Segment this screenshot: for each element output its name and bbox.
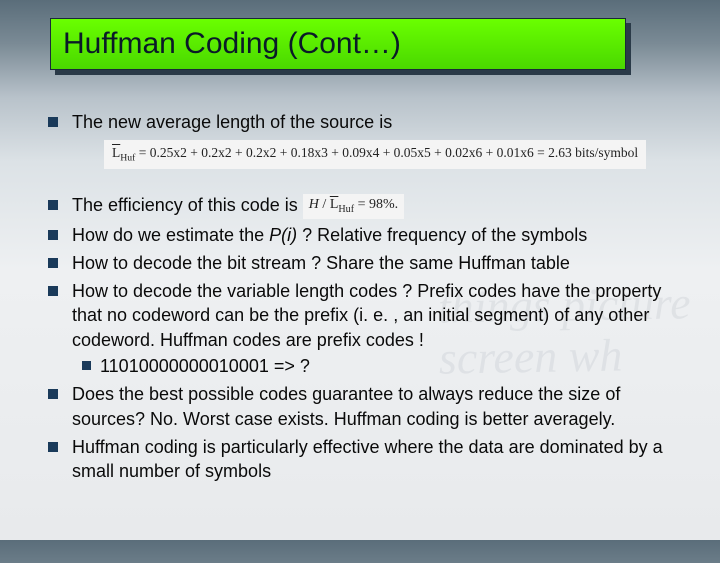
formula-avg-rhs: = 0.25x2 + 0.2x2 + 0.2x2 + 0.18x3 + 0.09… — [135, 145, 638, 160]
formula-sub-huf2: Huf — [338, 204, 354, 215]
bullet-prefix-codes: How to decode the variable length codes … — [40, 279, 690, 378]
sub-bullet-binary: 11010000000010001 => ? — [72, 354, 690, 378]
bullet-text: The efficiency of this code is — [72, 195, 303, 215]
bullet-text: How to decode the bit stream ? Share the… — [72, 253, 570, 273]
bullet-text: Huffman coding is particularly effective… — [72, 437, 663, 481]
formula-H: H — [309, 197, 319, 212]
formula-eff-rhs: = 98%. — [354, 197, 398, 212]
bullet-estimate-pi: How do we estimate the P(i) ? Relative f… — [40, 223, 690, 247]
bullet-text-post: ? Relative frequency of the symbols — [297, 225, 587, 245]
bullet-text-pre: How do we estimate the — [72, 225, 269, 245]
formula-symbol-L: L — [112, 145, 120, 160]
bullet-best-codes: Does the best possible codes guarantee t… — [40, 382, 690, 431]
bullet-text: The new average length of the source is — [72, 112, 392, 132]
bullet-text: Does the best possible codes guarantee t… — [72, 384, 620, 428]
bullet-effective: Huffman coding is particularly effective… — [40, 435, 690, 484]
slide-content: The new average length of the source is … — [40, 110, 690, 488]
bullet-efficiency: The efficiency of this code is H / LHuf … — [40, 193, 690, 218]
formula-efficiency: H / LHuf = 98%. — [303, 194, 404, 218]
bullet-avg-length: The new average length of the source is … — [40, 110, 690, 169]
slide-title: Huffman Coding (Cont…) — [63, 27, 401, 61]
formula-slash: / — [319, 197, 330, 212]
bullet-decode-stream: How to decode the bit stream ? Share the… — [40, 251, 690, 275]
bullet-text: How to decode the variable length codes … — [72, 281, 661, 350]
formula-avg-length: LHuf = 0.25x2 + 0.2x2 + 0.2x2 + 0.18x3 +… — [104, 140, 646, 169]
sub-bullet-text: 11010000000010001 => ? — [100, 356, 310, 376]
title-bar: Huffman Coding (Cont…) — [50, 18, 626, 70]
title-bar-inner: Huffman Coding (Cont…) — [50, 18, 626, 70]
bullet-pi-ital: P(i) — [269, 225, 297, 245]
formula-sub-huf: Huf — [120, 153, 135, 164]
